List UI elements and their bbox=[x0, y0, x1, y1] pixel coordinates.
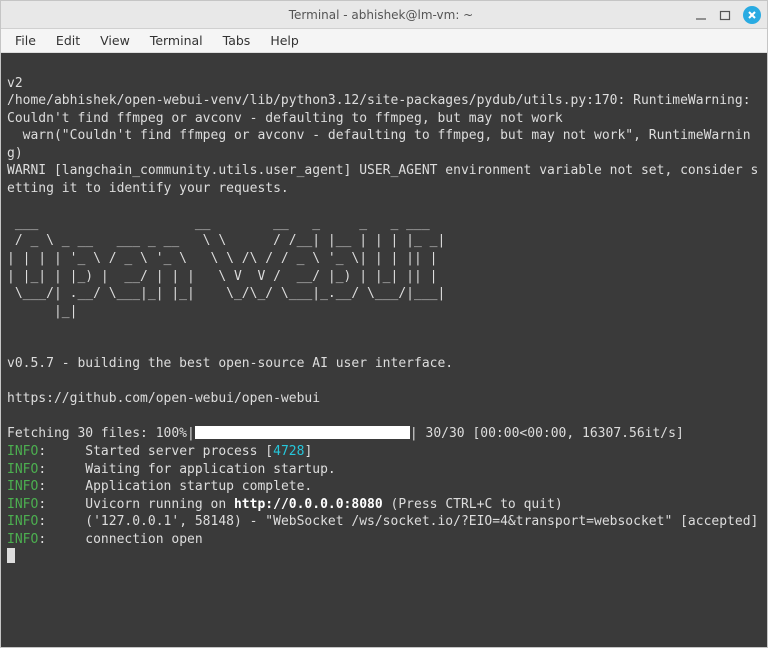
cursor-icon bbox=[7, 548, 15, 563]
ascii-logo: ___ __ __ _ _ _ ___ / _ \ _ __ ___ _ __ … bbox=[7, 216, 445, 319]
terminal-area[interactable]: v2 /home/abhishek/open-webui-venv/lib/py… bbox=[1, 53, 767, 647]
out-line: /home/abhishek/open-webui-venv/lib/pytho… bbox=[7, 93, 758, 126]
menu-tabs[interactable]: Tabs bbox=[213, 31, 261, 50]
out-line: v2 bbox=[7, 76, 23, 91]
titlebar: Terminal - abhishek@lm-vm: ~ bbox=[1, 1, 767, 29]
out-line: v0.5.7 - building the best open-source A… bbox=[7, 356, 453, 371]
terminal-window: Terminal - abhishek@lm-vm: ~ File Edit V… bbox=[0, 0, 768, 648]
menu-edit[interactable]: Edit bbox=[46, 31, 90, 50]
window-title: Terminal - abhishek@lm-vm: ~ bbox=[67, 8, 695, 22]
menu-file[interactable]: File bbox=[5, 31, 46, 50]
close-button[interactable] bbox=[743, 6, 761, 24]
window-controls bbox=[695, 6, 761, 24]
log-info: INFO: ('127.0.0.1', 58148) - "WebSocket … bbox=[7, 514, 758, 529]
out-line: warn("Couldn't find ffmpeg or avconv - d… bbox=[7, 128, 751, 161]
log-info: INFO: connection open bbox=[7, 532, 203, 547]
menu-terminal[interactable]: Terminal bbox=[140, 31, 213, 50]
menu-view[interactable]: View bbox=[90, 31, 140, 50]
progress-line: Fetching 30 files: 100%|| 30/30 [00:00<0… bbox=[7, 426, 684, 441]
log-info: INFO: Waiting for application startup. bbox=[7, 462, 336, 477]
menu-help[interactable]: Help bbox=[260, 31, 309, 50]
log-info: INFO: Application startup complete. bbox=[7, 479, 312, 494]
menubar: File Edit View Terminal Tabs Help bbox=[1, 29, 767, 53]
log-info: INFO: Uvicorn running on http://0.0.0.0:… bbox=[7, 497, 563, 512]
log-info: INFO: Started server process [4728] bbox=[7, 444, 312, 459]
progress-bar-icon bbox=[195, 426, 410, 439]
out-line: WARNI [langchain_community.utils.user_ag… bbox=[7, 163, 758, 196]
minimize-button[interactable] bbox=[695, 9, 707, 21]
out-line: https://github.com/open-webui/open-webui bbox=[7, 391, 320, 406]
maximize-button[interactable] bbox=[719, 9, 731, 21]
